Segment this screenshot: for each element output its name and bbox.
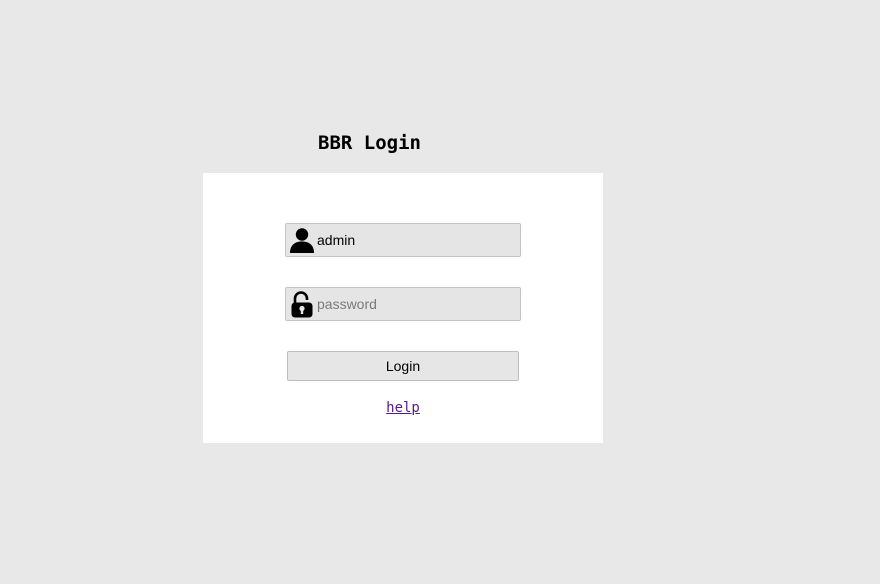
- user-icon: [290, 228, 314, 253]
- username-input[interactable]: [317, 224, 515, 256]
- login-panel: Login help: [203, 173, 603, 443]
- lock-icon: [291, 291, 313, 318]
- password-field[interactable]: [285, 287, 521, 321]
- username-field[interactable]: [285, 223, 521, 257]
- password-input[interactable]: [317, 288, 515, 320]
- page-title: BBR Login: [318, 132, 421, 154]
- login-button[interactable]: Login: [287, 351, 519, 381]
- help-link[interactable]: help: [386, 400, 420, 416]
- help-container: help: [203, 400, 603, 416]
